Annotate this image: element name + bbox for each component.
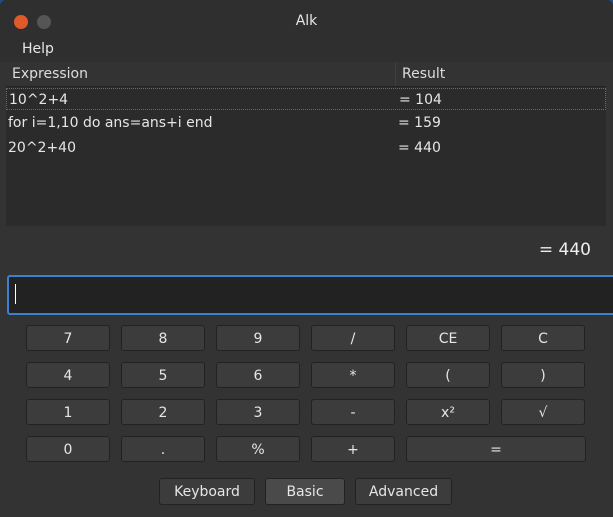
key-open-paren[interactable]: ( (406, 362, 490, 388)
history-expression: 10^2+4 (9, 92, 69, 108)
key-7[interactable]: 7 (26, 325, 110, 351)
history-row[interactable]: 20^2+40 = 440 (6, 137, 606, 159)
history-result: = 104 (399, 92, 442, 108)
key-9[interactable]: 9 (216, 325, 300, 351)
history-expression: for i=1,10 do ans=ans+i end (8, 115, 213, 131)
key-close-paren[interactable]: ) (501, 362, 585, 388)
key-decimal[interactable]: . (121, 436, 205, 462)
key-0[interactable]: 0 (26, 436, 110, 462)
column-header-expression[interactable]: Expression (12, 66, 88, 82)
menu-help[interactable]: Help (22, 41, 54, 57)
key-subtract[interactable]: - (311, 399, 395, 425)
history-row[interactable]: for i=1,10 do ans=ans+i end = 159 (6, 112, 606, 134)
key-clear-entry[interactable]: CE (406, 325, 490, 351)
column-header-result[interactable]: Result (402, 66, 445, 82)
history-header: Expression Result (6, 62, 606, 87)
window-title: Alk (295, 13, 318, 29)
text-cursor (15, 284, 16, 304)
key-4[interactable]: 4 (26, 362, 110, 388)
key-percent[interactable]: % (216, 436, 300, 462)
key-square[interactable]: x² (406, 399, 490, 425)
key-square-root[interactable]: √ (501, 399, 585, 425)
key-6[interactable]: 6 (216, 362, 300, 388)
key-3[interactable]: 3 (216, 399, 300, 425)
key-8[interactable]: 8 (121, 325, 205, 351)
history-result: = 440 (398, 140, 441, 156)
advanced-mode-button[interactable]: Advanced (355, 478, 452, 505)
key-add[interactable]: + (311, 436, 395, 462)
column-separator[interactable] (395, 62, 396, 86)
history-expression: 20^2+40 (8, 140, 76, 156)
alk-window: Alk Help Expression Result 10^2+4 = 104 … (0, 0, 613, 517)
history-result: = 159 (398, 115, 441, 131)
basic-mode-button[interactable]: Basic (265, 478, 345, 505)
key-2[interactable]: 2 (121, 399, 205, 425)
keyboard-mode-button[interactable]: Keyboard (159, 478, 255, 505)
key-clear[interactable]: C (501, 325, 585, 351)
history-row[interactable]: 10^2+4 = 104 (6, 88, 606, 110)
current-result: = 440 (538, 240, 591, 260)
expression-input[interactable] (7, 275, 613, 315)
key-equals[interactable]: = (406, 436, 586, 462)
history-table: Expression Result 10^2+4 = 104 for i=1,1… (6, 62, 606, 226)
key-divide[interactable]: / (311, 325, 395, 351)
menu-bar: Help (0, 38, 613, 62)
key-5[interactable]: 5 (121, 362, 205, 388)
key-multiply[interactable]: * (311, 362, 395, 388)
key-1[interactable]: 1 (26, 399, 110, 425)
title-bar: Alk (0, 0, 613, 38)
